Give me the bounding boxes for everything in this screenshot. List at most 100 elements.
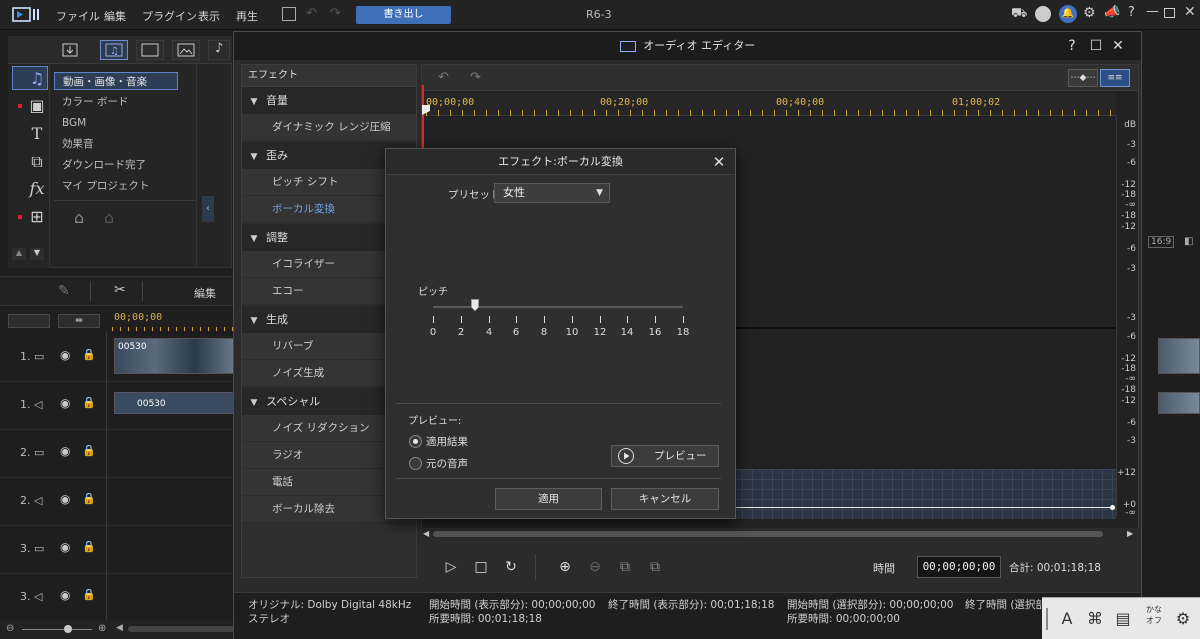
scroll-left-icon[interactable]: ◀ — [423, 529, 429, 538]
transition-room-icon[interactable]: ⧉ — [28, 152, 46, 171]
visibility-eye-icon[interactable]: ◉ — [60, 492, 74, 506]
ime-dictionary-icon[interactable]: ⌘ — [1084, 606, 1106, 632]
scroll-down-icon[interactable]: ▼ — [30, 248, 44, 260]
fit-timeline-icon[interactable]: ⇹ — [58, 314, 100, 328]
pen-icon[interactable]: ✎ — [58, 283, 70, 299]
stop-icon[interactable]: □ — [471, 557, 491, 577]
fx-group-volume[interactable]: ▼ 音量 — [242, 87, 416, 114]
preview-button[interactable]: プレビュー — [611, 445, 719, 467]
time-ruler[interactable]: 00;00;00 00;20;00 00;40;00 01;00;02 — [422, 92, 1116, 116]
library-category-downloaded[interactable]: ダウンロード完了 — [54, 156, 178, 174]
menu-playback[interactable]: 再生 — [236, 8, 258, 24]
audio-clip[interactable] — [1158, 392, 1200, 414]
ime-grip-icon[interactable] — [1046, 608, 1048, 630]
apply-button[interactable]: 適用 — [495, 488, 602, 510]
undo-icon[interactable]: ↶ — [438, 70, 454, 86]
lock-icon[interactable]: 🔒 — [82, 444, 96, 458]
help-icon[interactable]: ? — [1128, 5, 1135, 20]
tab-video[interactable] — [136, 40, 164, 60]
collapse-panel-icon[interactable]: ‹ — [202, 196, 214, 222]
add-tag-icon[interactable]: ⌂ — [74, 208, 84, 227]
preview-expand-icon[interactable]: ◧ — [1184, 236, 1193, 247]
maximize-icon[interactable] — [1164, 8, 1175, 18]
library-category-bgm[interactable]: BGM — [54, 114, 178, 132]
help-icon[interactable]: ? — [1064, 38, 1080, 54]
import-media-icon[interactable] — [56, 40, 84, 60]
zoom-in-icon[interactable]: ⊕ — [555, 557, 575, 577]
ime-kana-toggle[interactable]: かな オフ — [1142, 604, 1166, 626]
redo-icon[interactable]: ↷ — [330, 6, 341, 21]
pitch-slider-thumb[interactable] — [471, 299, 479, 311]
library-category-sound-effects[interactable]: 効果音 — [54, 135, 178, 153]
close-icon[interactable]: ✕ — [1110, 38, 1126, 54]
fx-room-icon[interactable]: fx — [28, 179, 46, 198]
title-room-icon[interactable]: T — [28, 124, 46, 143]
time-input[interactable]: 00;00;00;00 — [917, 556, 1001, 578]
visibility-eye-icon[interactable]: ◉ — [60, 444, 74, 458]
export-button[interactable]: 書き出し — [356, 6, 451, 24]
media-room-icon[interactable]: ♫ — [28, 69, 46, 88]
radio-applied-result-label[interactable]: 適用結果 — [426, 434, 468, 449]
track-video-2[interactable]: 2. ▭ ◉ 🔒 — [0, 430, 236, 478]
repeat-icon[interactable]: ↻ — [501, 557, 521, 577]
undo-icon[interactable]: ↶ — [306, 6, 317, 21]
fx-dynamic-range-compression[interactable]: ダイナミック レンジ圧縮 — [242, 114, 416, 141]
zoom-slider-thumb[interactable] — [64, 625, 72, 633]
library-category-my-projects[interactable]: マイ プロジェクト — [54, 177, 178, 195]
envelope-keyframe[interactable] — [1110, 505, 1115, 510]
close-app-icon[interactable]: ✕ — [1184, 4, 1196, 20]
video-room-icon[interactable]: ▣ — [28, 96, 46, 115]
audio-clip[interactable]: 00530 — [114, 392, 236, 414]
ime-pad-icon[interactable]: ▤ — [1112, 606, 1134, 632]
megaphone-icon[interactable]: 📣 — [1104, 5, 1120, 20]
channel-view-icon[interactable]: ≡≡ — [1100, 69, 1130, 87]
track-audio-3[interactable]: 3. ◁ ◉ 🔒 — [0, 574, 236, 622]
zoom-selection-icon[interactable]: ⧉ — [615, 557, 635, 577]
edit-menu-button[interactable]: 編集 — [194, 285, 216, 301]
tab-image[interactable] — [172, 40, 200, 60]
library-category-media[interactable]: 動画・画像・音楽 — [54, 72, 178, 90]
menu-file[interactable]: ファイル — [56, 8, 100, 24]
scroll-up-icon[interactable]: ▲ — [12, 248, 26, 260]
zoom-out-icon[interactable]: ⊖ — [585, 557, 605, 577]
video-clip[interactable]: 00530 — [114, 338, 236, 374]
lock-icon[interactable]: 🔒 — [82, 540, 96, 554]
scroll-left-icon[interactable]: ◀ — [116, 623, 123, 633]
menu-edit[interactable]: 編集 — [104, 8, 126, 24]
zoom-fit-icon[interactable]: ⧉ — [645, 557, 665, 577]
preset-select[interactable]: 女性 ▼ — [494, 183, 610, 203]
track-audio-2[interactable]: 2. ◁ ◉ 🔒 — [0, 478, 236, 526]
waveform-view-icon[interactable]: ⋯◆⋯ — [1068, 69, 1098, 87]
ime-settings-gear-icon[interactable]: ⚙ — [1172, 606, 1194, 632]
settings-gear-icon[interactable]: ⚙ — [1083, 5, 1096, 21]
tab-media-music[interactable]: ♫ — [100, 40, 128, 60]
menu-plugins[interactable]: プラグイン — [142, 8, 197, 24]
visibility-eye-icon[interactable]: ◉ — [60, 348, 74, 362]
close-icon[interactable]: ✕ — [710, 153, 728, 171]
video-clip[interactable] — [1158, 338, 1200, 374]
play-icon[interactable]: ▷ — [441, 557, 461, 577]
lock-icon[interactable]: 🔒 — [82, 588, 96, 602]
aspect-ratio-badge[interactable]: 16:9 — [1148, 236, 1175, 248]
menu-view[interactable]: 表示 — [198, 8, 220, 24]
pitch-slider-track[interactable] — [433, 306, 683, 308]
radio-applied-result[interactable] — [409, 435, 422, 448]
lock-icon[interactable]: 🔒 — [82, 492, 96, 506]
radio-original-audio-label[interactable]: 元の音声 — [426, 456, 468, 471]
overlay-room-icon[interactable]: ⊞ — [28, 207, 46, 226]
zoom-out-icon[interactable]: ⊖ — [6, 623, 14, 634]
ime-mode-icon[interactable]: A — [1056, 606, 1078, 632]
visibility-eye-icon[interactable]: ◉ — [60, 540, 74, 554]
library-category-color-board[interactable]: カラー ボード — [54, 93, 178, 111]
visibility-eye-icon[interactable]: ◉ — [60, 396, 74, 410]
lock-icon[interactable]: 🔒 — [82, 348, 96, 362]
cart-icon[interactable]: ⛟ — [1011, 6, 1027, 23]
visibility-eye-icon[interactable]: ◉ — [60, 588, 74, 602]
scissors-icon[interactable]: ✂ — [114, 282, 126, 298]
scroll-thumb[interactable] — [433, 531, 1103, 537]
track-video-3[interactable]: 3. ▭ ◉ 🔒 — [0, 526, 236, 574]
tab-music[interactable]: ♪ — [208, 40, 230, 60]
maximize-icon[interactable]: ☐ — [1088, 38, 1104, 54]
account-icon[interactable] — [1035, 6, 1051, 22]
minimize-icon[interactable]: — — [1146, 4, 1159, 19]
